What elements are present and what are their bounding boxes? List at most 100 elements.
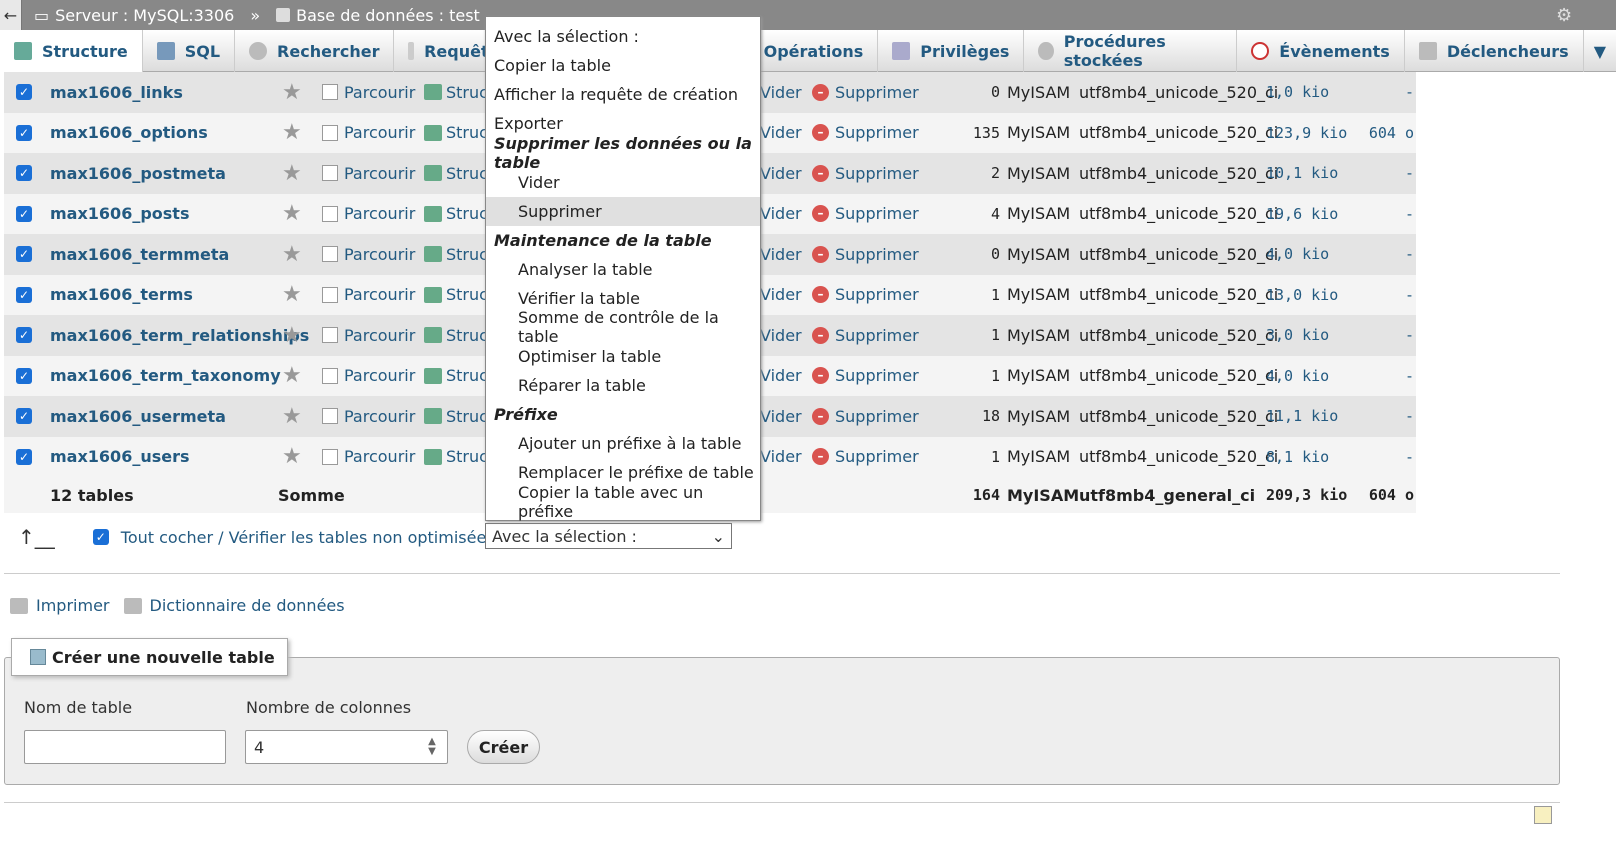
- menu-item[interactable]: Réparer la table: [486, 371, 760, 400]
- table-name-link[interactable]: max1606_term_taxonomy: [50, 366, 281, 385]
- browse-action[interactable]: Parcourir: [322, 447, 415, 466]
- tab-structure[interactable]: Structure: [0, 30, 143, 72]
- favorite-star-icon[interactable]: ★: [282, 80, 302, 105]
- empty-action[interactable]: Vider: [760, 407, 802, 426]
- data-dictionary-link[interactable]: Dictionnaire de données: [150, 596, 345, 615]
- print-link[interactable]: Imprimer: [36, 596, 110, 615]
- menu-item[interactable]: Copier la table: [486, 51, 760, 80]
- structure-action[interactable]: Struc: [424, 285, 488, 304]
- tab-triggers[interactable]: Déclencheurs: [1405, 30, 1584, 72]
- favorite-star-icon[interactable]: ★: [282, 242, 302, 267]
- tab-search[interactable]: Rechercher: [235, 30, 395, 72]
- columns-count-input[interactable]: 4 ▲ ▼: [245, 730, 448, 764]
- console-icon[interactable]: [1534, 806, 1552, 824]
- structure-action[interactable]: Struc: [424, 326, 488, 345]
- table-size[interactable]: 3,0 kio: [1266, 326, 1329, 344]
- row-checkbox[interactable]: ✓: [16, 246, 32, 263]
- menu-item[interactable]: Avec la sélection :: [486, 22, 760, 51]
- browse-action[interactable]: Parcourir: [322, 366, 415, 385]
- empty-action[interactable]: Vider: [760, 83, 802, 102]
- check-all-checkbox[interactable]: ✓: [92, 529, 109, 545]
- table-name-link[interactable]: max1606_term_relationships: [50, 326, 309, 345]
- table-size[interactable]: 1,0 kio: [1266, 83, 1329, 101]
- drop-action[interactable]: – Supprimer: [812, 123, 919, 142]
- with-selection-select[interactable]: Avec la sélection : ⌄: [485, 523, 732, 549]
- structure-action[interactable]: Struc: [424, 366, 488, 385]
- tab-events[interactable]: Évènements: [1237, 30, 1405, 72]
- browse-action[interactable]: Parcourir: [322, 245, 415, 264]
- menu-item[interactable]: Copier la table avec un préfixe: [486, 483, 760, 521]
- drop-action[interactable]: – Supprimer: [812, 204, 919, 223]
- menu-item[interactable]: Supprimer: [486, 196, 760, 226]
- structure-action[interactable]: Struc: [424, 245, 488, 264]
- row-checkbox[interactable]: ✓: [16, 327, 32, 344]
- structure-action[interactable]: Struc: [424, 407, 488, 426]
- browse-action[interactable]: Parcourir: [322, 407, 415, 426]
- table-name-link[interactable]: max1606_users: [50, 447, 190, 466]
- empty-action[interactable]: Vider: [760, 204, 802, 223]
- empty-action[interactable]: Vider: [760, 164, 802, 183]
- table-size[interactable]: 4,0 kio: [1266, 367, 1329, 385]
- drop-action[interactable]: – Supprimer: [812, 326, 919, 345]
- row-checkbox[interactable]: ✓: [16, 286, 32, 303]
- back-arrow-icon[interactable]: ←: [0, 0, 22, 30]
- empty-action[interactable]: Vider: [760, 447, 802, 466]
- table-size[interactable]: 19,6 kio: [1266, 205, 1338, 223]
- menu-item[interactable]: Afficher la requête de création: [486, 80, 760, 109]
- table-name-link[interactable]: max1606_links: [50, 83, 183, 102]
- structure-action[interactable]: Struc: [424, 164, 488, 183]
- more-tabs-chevron-icon[interactable]: ▼: [1584, 30, 1616, 72]
- drop-action[interactable]: – Supprimer: [812, 407, 919, 426]
- tab-routines[interactable]: Procédures stockées: [1024, 30, 1238, 72]
- create-button[interactable]: Créer: [467, 730, 540, 764]
- favorite-star-icon[interactable]: ★: [282, 363, 302, 388]
- row-checkbox[interactable]: ✓: [16, 367, 32, 384]
- table-size[interactable]: 13,0 kio: [1266, 286, 1338, 304]
- gear-icon[interactable]: ⚙: [1556, 5, 1576, 26]
- table-name-link[interactable]: max1606_postmeta: [50, 164, 226, 183]
- empty-action[interactable]: Vider: [760, 245, 802, 264]
- favorite-star-icon[interactable]: ★: [282, 120, 302, 145]
- menu-item[interactable]: Analyser la table: [486, 255, 760, 284]
- row-checkbox[interactable]: ✓: [16, 84, 32, 101]
- structure-action[interactable]: Struc: [424, 123, 488, 142]
- browse-action[interactable]: Parcourir: [322, 285, 415, 304]
- favorite-star-icon[interactable]: ★: [282, 201, 302, 226]
- table-name-input[interactable]: [24, 730, 226, 764]
- table-size[interactable]: 10,1 kio: [1266, 164, 1338, 182]
- table-name-link[interactable]: max1606_posts: [50, 204, 189, 223]
- menu-item[interactable]: Ajouter un préfixe à la table: [486, 429, 760, 458]
- breadcrumb-server[interactable]: Serveur : MySQL:3306: [55, 6, 234, 25]
- favorite-star-icon[interactable]: ★: [282, 404, 302, 429]
- drop-action[interactable]: – Supprimer: [812, 83, 919, 102]
- row-checkbox[interactable]: ✓: [16, 448, 32, 465]
- favorite-star-icon[interactable]: ★: [282, 323, 302, 348]
- empty-action[interactable]: Vider: [760, 123, 802, 142]
- structure-action[interactable]: Struc: [424, 204, 488, 223]
- row-checkbox[interactable]: ✓: [16, 165, 32, 182]
- row-checkbox[interactable]: ✓: [16, 408, 32, 425]
- empty-action[interactable]: Vider: [760, 326, 802, 345]
- row-checkbox[interactable]: ✓: [16, 205, 32, 222]
- table-name-link[interactable]: max1606_terms: [50, 285, 193, 304]
- table-size[interactable]: 8,1 kio: [1266, 448, 1329, 466]
- breadcrumb-database[interactable]: Base de données : test: [296, 6, 480, 25]
- table-size[interactable]: 4,0 kio: [1266, 245, 1329, 263]
- structure-action[interactable]: Struc: [424, 83, 488, 102]
- row-checkbox[interactable]: ✓: [16, 124, 32, 141]
- browse-action[interactable]: Parcourir: [322, 83, 415, 102]
- menu-item[interactable]: Somme de contrôle de la table: [486, 308, 760, 346]
- browse-action[interactable]: Parcourir: [322, 204, 415, 223]
- table-name-link[interactable]: max1606_usermeta: [50, 407, 226, 426]
- drop-action[interactable]: – Supprimer: [812, 447, 919, 466]
- tab-sql[interactable]: SQL: [143, 30, 236, 72]
- table-name-link[interactable]: max1606_termmeta: [50, 245, 229, 264]
- empty-action[interactable]: Vider: [760, 366, 802, 385]
- drop-action[interactable]: – Supprimer: [812, 164, 919, 183]
- empty-action[interactable]: Vider: [760, 285, 802, 304]
- favorite-star-icon[interactable]: ★: [282, 444, 302, 469]
- tab-privileges[interactable]: Privilèges: [878, 30, 1025, 72]
- favorite-star-icon[interactable]: ★: [282, 282, 302, 307]
- browse-action[interactable]: Parcourir: [322, 326, 415, 345]
- drop-action[interactable]: – Supprimer: [812, 285, 919, 304]
